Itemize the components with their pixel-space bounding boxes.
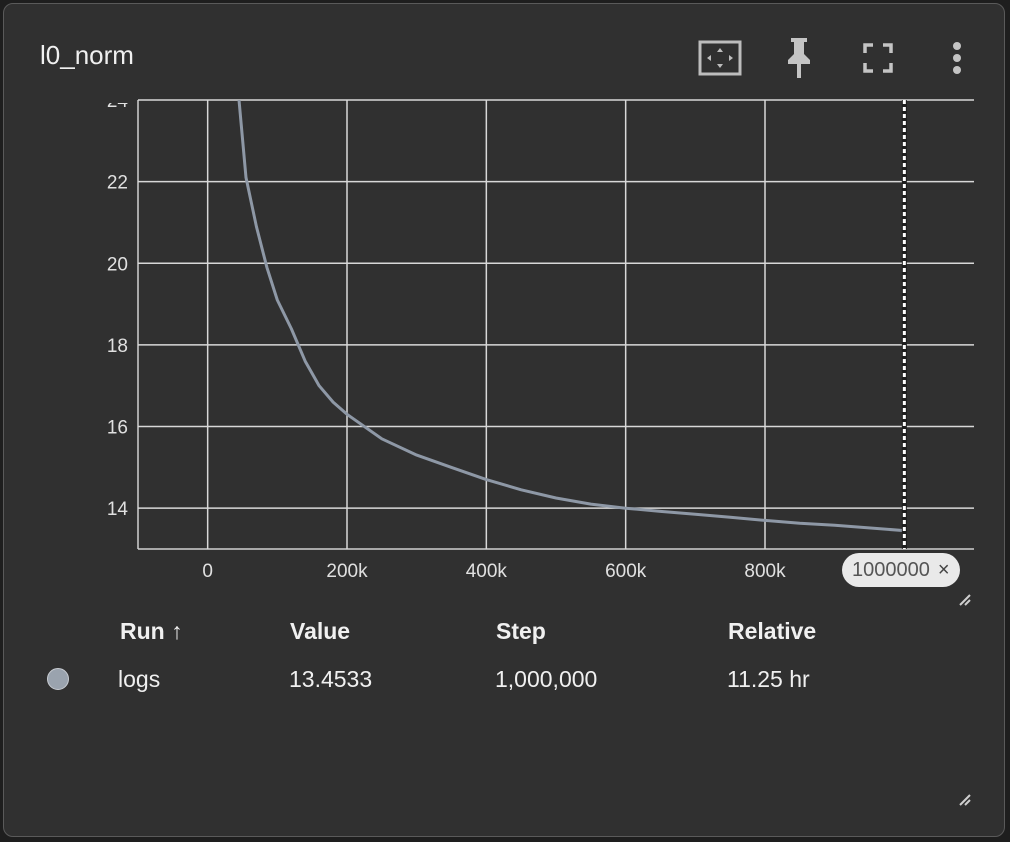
step-chip[interactable]: 1000000 × [842,553,960,587]
x-tick-label: 0 [202,561,213,582]
run-value: 13.4533 [289,666,373,692]
x-tick-label: 800k [744,561,786,582]
column-header-run[interactable]: Run ↑ [120,618,183,645]
column-header-value[interactable]: Value [290,618,350,645]
column-header-step[interactable]: Step [496,618,546,645]
y-tick-label: 20 [107,254,128,275]
step-chip-label: 1000000 [852,558,930,581]
y-tick-label: 18 [107,336,128,357]
run-relative: 11.25 hr [727,666,810,692]
card-resize-handle-icon[interactable] [958,793,972,807]
series-line-logs [237,100,905,533]
resize-handle-icon[interactable] [958,593,972,607]
close-icon[interactable]: × [938,559,950,582]
x-tick-label: 600k [605,561,647,582]
y-tick-label: 16 [107,418,128,439]
run-color-swatch [47,668,69,690]
y-tick-label: 22 [107,173,128,194]
run-step: 1,000,000 [495,666,598,692]
y-tick-label: 24 [107,91,129,112]
column-header-relative[interactable]: Relative [728,618,816,645]
y-tick-label: 14 [107,499,129,520]
line-chart[interactable]: 0 200k 400k 600k 800k 14 16 18 20 22 24 [0,0,1010,600]
run-name: logs [118,666,161,692]
x-tick-label: 400k [466,561,508,582]
x-tick-label: 200k [326,561,368,582]
